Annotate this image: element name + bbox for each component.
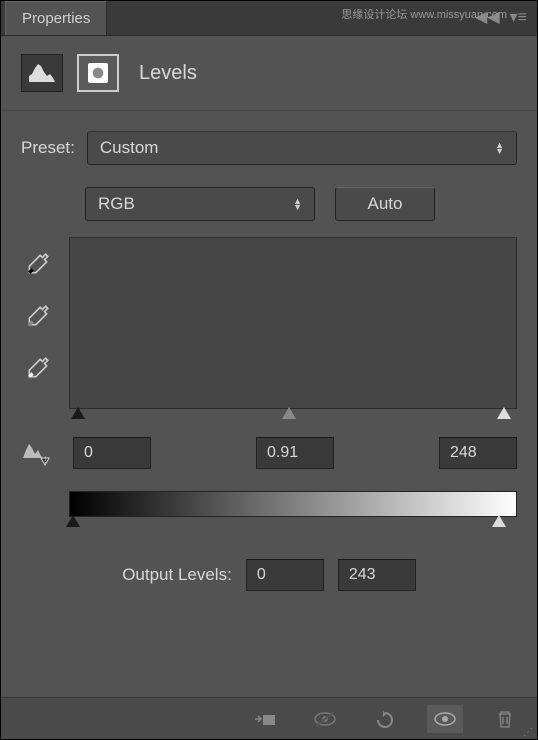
preset-value: Custom bbox=[100, 138, 159, 158]
delete-button[interactable] bbox=[487, 705, 523, 733]
output-gradient bbox=[69, 491, 517, 517]
gray-point-eyedropper[interactable] bbox=[21, 299, 55, 333]
dropdown-arrows-icon: ▲▼ bbox=[495, 142, 504, 154]
black-point-eyedropper[interactable] bbox=[21, 247, 55, 281]
calculate-histogram-icon[interactable]: ! bbox=[21, 440, 65, 466]
output-label: Output Levels: bbox=[122, 565, 232, 585]
properties-panel: Properties ◀◀ ▾≡ 思缘设计论坛 www.missyuan.com… bbox=[0, 0, 538, 740]
output-levels-row: Output Levels: 0 243 bbox=[21, 559, 517, 591]
eyedropper-column bbox=[21, 237, 55, 409]
levels-icon bbox=[27, 62, 57, 84]
input-levels-row: ! 0 0.91 248 bbox=[21, 437, 517, 469]
panel-title: Levels bbox=[139, 62, 197, 85]
channel-value: RGB bbox=[98, 194, 135, 214]
preset-dropdown[interactable]: Custom ▲▼ bbox=[87, 131, 517, 165]
panel-menu-icon[interactable]: ▾≡ bbox=[510, 7, 527, 27]
input-slider-track[interactable] bbox=[69, 407, 517, 423]
histogram-area bbox=[21, 237, 517, 409]
auto-button[interactable]: Auto bbox=[335, 187, 435, 221]
input-gamma-handle[interactable] bbox=[282, 407, 296, 419]
clip-to-layer-button[interactable] bbox=[247, 705, 283, 733]
tab-bar: Properties ◀◀ ▾≡ 思缘设计论坛 www.missyuan.com bbox=[1, 1, 537, 36]
preset-row: Preset: Custom ▲▼ bbox=[21, 131, 517, 165]
input-fields: 0 0.91 248 bbox=[73, 437, 517, 469]
mask-icon bbox=[88, 63, 108, 83]
watermark: 思缘设计论坛 www.missyuan.com bbox=[341, 6, 507, 22]
channel-dropdown[interactable]: RGB ▲▼ bbox=[85, 187, 315, 221]
input-black-field[interactable]: 0 bbox=[73, 437, 151, 469]
content-area: Preset: Custom ▲▼ RGB ▲▼ Auto bbox=[1, 111, 537, 611]
view-previous-button[interactable] bbox=[307, 705, 343, 733]
bottom-toolbar: ⋰ bbox=[1, 697, 537, 739]
input-black-handle[interactable] bbox=[71, 407, 85, 419]
toggle-visibility-button[interactable] bbox=[427, 705, 463, 733]
reset-button[interactable] bbox=[367, 705, 403, 733]
tab-properties[interactable]: Properties bbox=[5, 1, 107, 35]
white-point-eyedropper[interactable] bbox=[21, 351, 55, 385]
output-black-handle[interactable] bbox=[66, 515, 80, 527]
panel-header: Levels bbox=[1, 36, 537, 111]
histogram-display bbox=[69, 237, 517, 409]
output-white-field[interactable]: 243 bbox=[338, 559, 416, 591]
output-black-field[interactable]: 0 bbox=[246, 559, 324, 591]
output-slider-track[interactable] bbox=[69, 515, 517, 531]
adjustment-icon-button[interactable] bbox=[21, 54, 63, 92]
mask-icon-button[interactable] bbox=[77, 54, 119, 92]
input-white-field[interactable]: 248 bbox=[439, 437, 517, 469]
output-white-handle[interactable] bbox=[492, 515, 506, 527]
dropdown-arrows-icon: ▲▼ bbox=[293, 198, 302, 210]
channel-row: RGB ▲▼ Auto bbox=[85, 187, 517, 221]
input-gamma-field[interactable]: 0.91 bbox=[256, 437, 334, 469]
preset-label: Preset: bbox=[21, 138, 75, 158]
input-white-handle[interactable] bbox=[497, 407, 511, 419]
svg-text:!: ! bbox=[44, 455, 47, 465]
resize-grip-icon[interactable]: ⋰ bbox=[523, 731, 533, 735]
